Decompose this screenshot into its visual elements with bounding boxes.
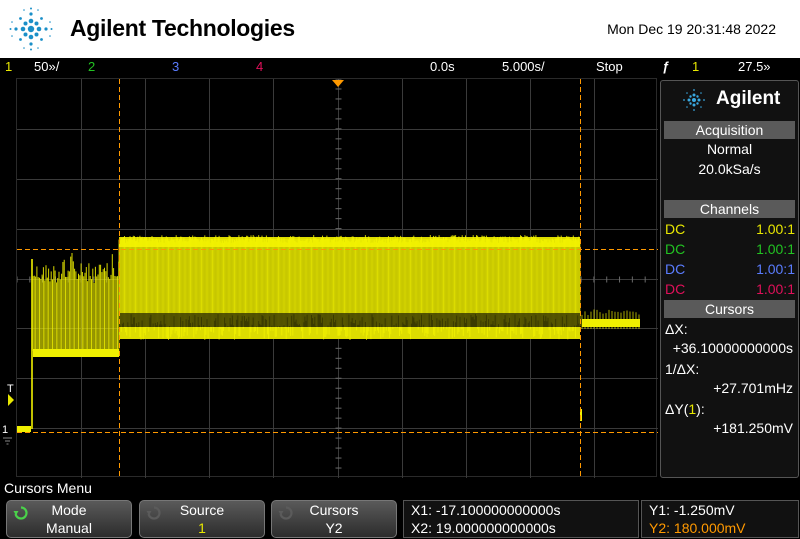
channel-coupling: DC — [665, 241, 686, 257]
cursor-y2-readout: Y2: 180.000mV — [649, 520, 746, 536]
waveform-display[interactable] — [16, 78, 658, 478]
channel-coupling: DC — [665, 221, 686, 237]
waveform-early-burst — [32, 253, 120, 351]
waveform-graticule — [16, 78, 658, 478]
run-state[interactable]: Stop — [596, 59, 623, 74]
source-softkey[interactable]: Source 1 — [139, 500, 265, 538]
channel-probe: 1.00:1 — [756, 281, 795, 297]
trigger-edge-icon: ƒ — [662, 59, 670, 74]
source-value: 1 — [198, 520, 206, 536]
waveform-main-bottom — [119, 327, 580, 339]
status-bar: 1 50»/ 2 3 4 0.0s 5.000s/ Stop ƒ 1 27.5» — [0, 58, 800, 77]
cursor-x-readout: X1: -17.100000000000s X2: 19.00000000000… — [403, 500, 639, 538]
channel-1-label[interactable]: 1 — [5, 59, 12, 74]
delta-y-value: +181.250mV — [713, 420, 793, 436]
cursors-label: Cursors — [309, 502, 359, 518]
channel-4-label[interactable]: 4 — [256, 59, 263, 74]
panel-brand: Agilent — [716, 88, 781, 109]
mode-label: Mode — [51, 502, 87, 518]
channel-row-1: DC 1.00:1 — [665, 221, 795, 239]
channel-1-ground-marker[interactable]: 1 — [2, 424, 8, 436]
cursors-softkey[interactable]: Cursors Y2 — [271, 500, 397, 538]
trigger-level[interactable]: 27.5» — [738, 59, 771, 74]
channel-probe: 1.00:1 — [756, 261, 795, 277]
waveform-main-dark — [119, 313, 580, 327]
menu-title: Cursors Menu — [4, 480, 92, 496]
side-panel: Agilent Acquisition Normal 20.0kSa/s Cha… — [660, 80, 799, 478]
delta-x-label: ΔX: — [665, 321, 688, 337]
channels-header[interactable]: Channels — [664, 200, 795, 218]
trigger-level-marker: T — [7, 383, 14, 395]
cursor-x2-readout: X2: 19.000000000000s — [411, 520, 556, 536]
channel-2-label[interactable]: 2 — [88, 59, 95, 74]
channel-probe: 1.00:1 — [756, 221, 795, 237]
brand-name: Agilent Technologies — [70, 15, 295, 41]
time-delay[interactable]: 0.0s — [430, 59, 455, 74]
cursors-header[interactable]: Cursors — [664, 300, 795, 318]
channel-coupling: DC — [665, 261, 686, 277]
trigger-source[interactable]: 1 — [692, 59, 699, 74]
agilent-spark-icon — [683, 89, 705, 111]
acquisition-mode: Normal — [706, 141, 753, 157]
channel-row-4: DC 1.00:1 — [665, 281, 795, 299]
trigger-position-icon — [332, 80, 344, 87]
mode-value: Manual — [46, 520, 92, 536]
cursor-x1-readout: X1: -17.100000000000s — [411, 502, 561, 518]
mode-softkey[interactable]: Mode Manual — [6, 500, 132, 538]
channel-probe: 1.00:1 — [756, 241, 795, 257]
time-scale[interactable]: 5.000s/ — [502, 59, 545, 74]
source-label: Source — [179, 502, 225, 518]
channel-coupling: DC — [665, 281, 686, 297]
channel-1-scale[interactable]: 50»/ — [34, 59, 59, 74]
channel-row-3: DC 1.00:1 — [665, 261, 795, 279]
waveform-ground-segment — [17, 426, 31, 432]
inverse-delta-x-label: 1/ΔX: — [665, 361, 700, 377]
waveform-early-base — [33, 349, 119, 357]
sample-rate: 20.0kSa/s — [698, 161, 761, 177]
cursor-y-readout: Y1: -1.250mV Y2: 180.000mV — [641, 500, 799, 538]
delta-x-value: +36.10000000000s — [672, 340, 793, 356]
waveform-main-top — [119, 237, 580, 247]
date-time: Mon Dec 19 20:31:48 2022 — [607, 21, 776, 37]
header-bar: Agilent Technologies Mon Dec 19 20:31:48… — [0, 0, 800, 58]
channel-row-2: DC 1.00:1 — [665, 241, 795, 259]
channel-3-label[interactable]: 3 — [172, 59, 179, 74]
delta-y-label: ΔY(1): — [665, 401, 705, 417]
inverse-delta-x-value: +27.701mHz — [713, 380, 793, 396]
panel-logo: Agilent — [661, 81, 798, 118]
cursor-y1-readout: Y1: -1.250mV — [649, 502, 735, 518]
left-marker-strip: T 1 — [0, 78, 16, 477]
ground-icon — [3, 394, 14, 445]
agilent-spark-icon — [9, 7, 53, 51]
cursors-value: Y2 — [325, 520, 343, 536]
acquisition-header[interactable]: Acquisition — [664, 121, 795, 139]
